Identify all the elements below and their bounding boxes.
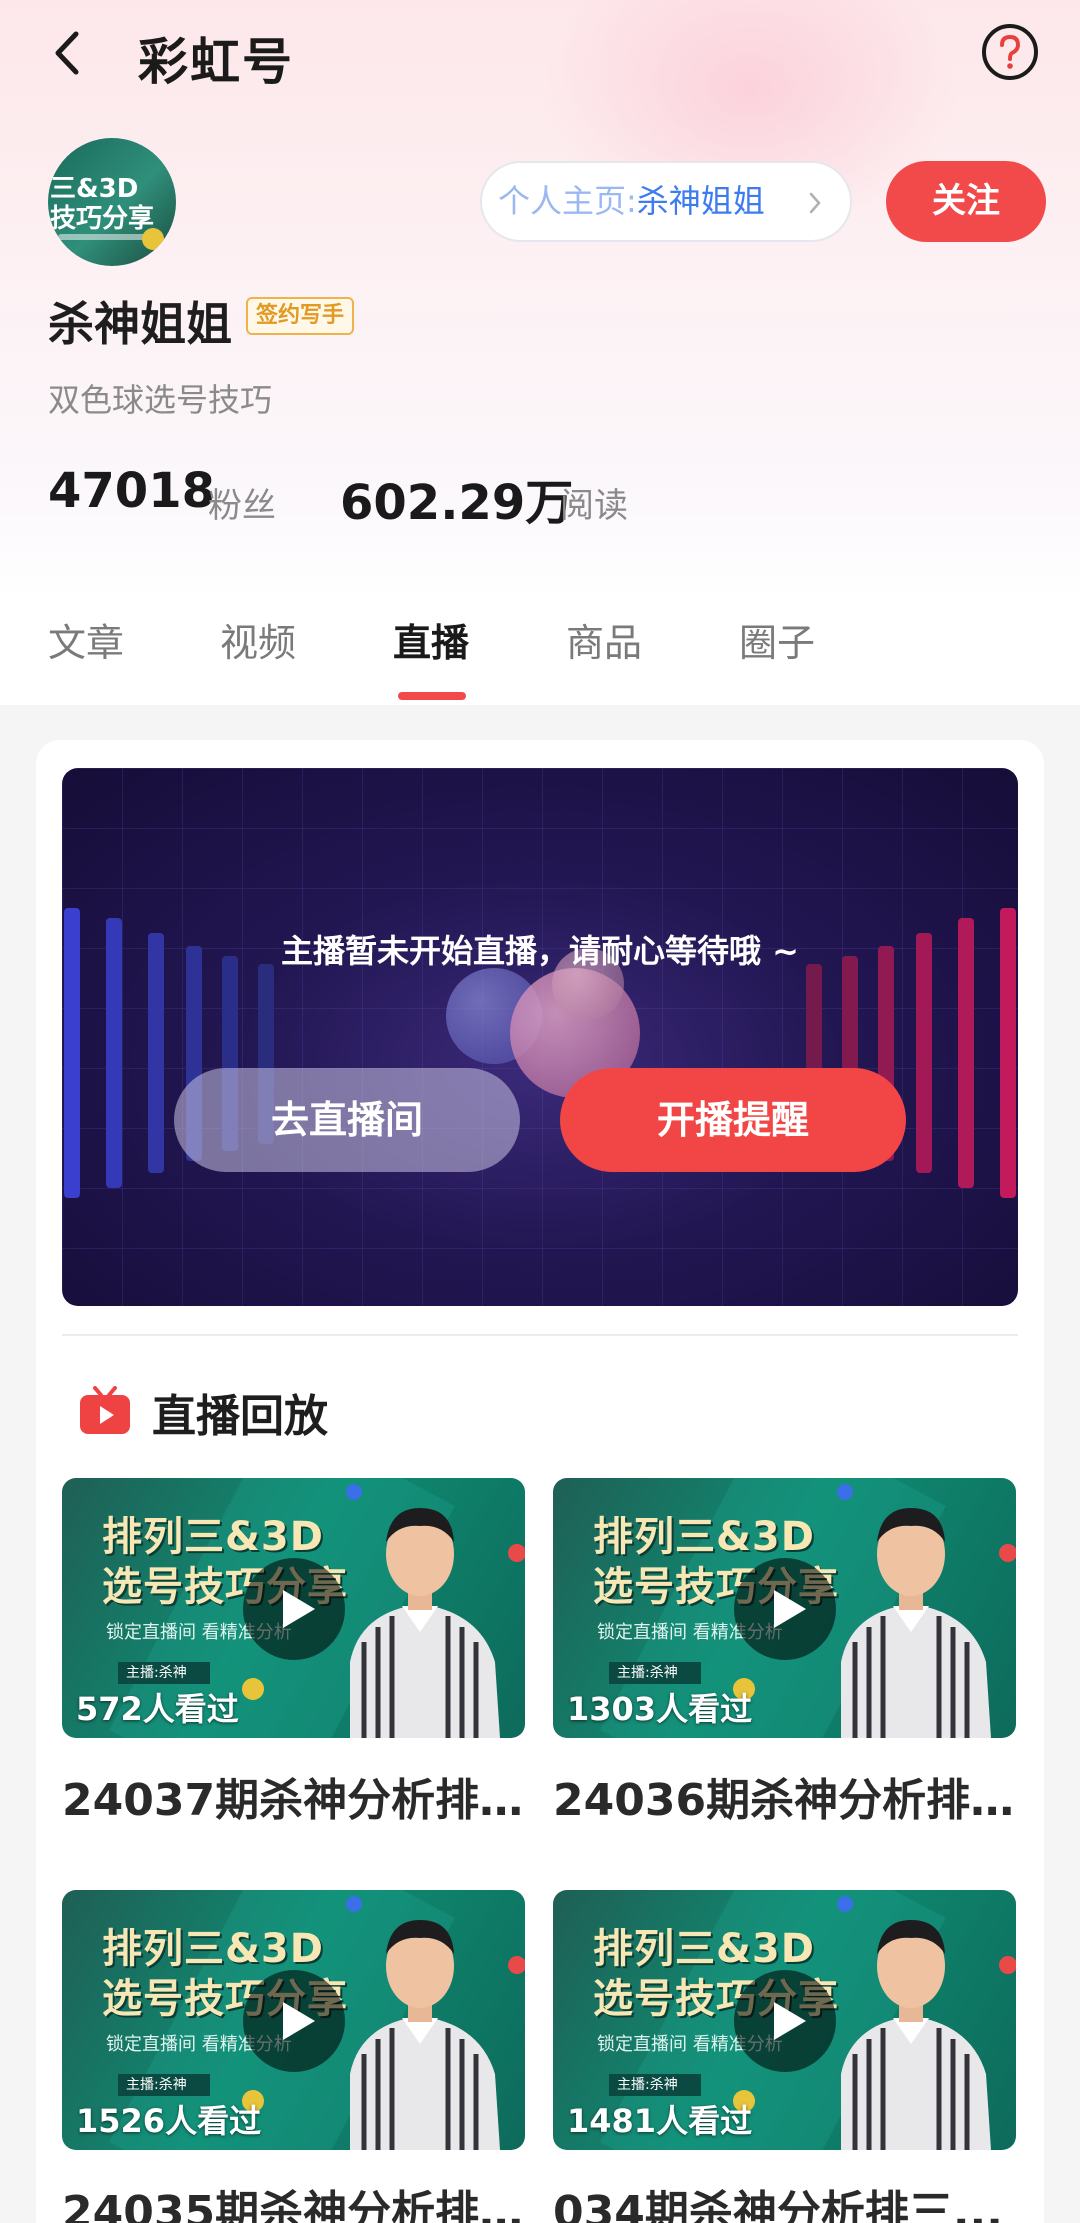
homepage-label: 个人主页: <box>498 182 637 220</box>
view-count: 572人看过 <box>76 1690 239 1728</box>
avatar-text: 三&3D 技巧分享 <box>50 174 155 234</box>
signed-writer-badge: 签约写手 <box>246 297 355 335</box>
tab-products[interactable]: 商品 <box>566 612 642 667</box>
live-banner: 主播暂未开始直播，请耐心等待哦 ~ 去直播间 开播提醒 <box>62 768 1018 1306</box>
video-thumbnail[interactable]: 排列三&3D 选号技巧分享 锁定直播间 看精准分析 主播:杀神 572人看过 <box>62 1478 525 1738</box>
video-title[interactable]: 24037期杀神分析排列三... <box>62 1764 525 1828</box>
video-title[interactable]: 034期杀神分析排三... <box>553 2176 1016 2223</box>
question-circle-icon[interactable] <box>980 22 1040 82</box>
thumbnail-ball <box>242 1678 264 1700</box>
view-count: 1481人看过 <box>567 2102 753 2140</box>
play-icon[interactable] <box>734 1970 836 2072</box>
avatar-ball <box>142 228 164 250</box>
author-bio: 双色球选号技巧 <box>48 381 273 419</box>
avatar[interactable]: 三&3D 技巧分享 <box>48 138 176 266</box>
view-count: 1303人看过 <box>567 1690 753 1728</box>
video-thumbnail[interactable]: 排列三&3D 选号技巧分享 锁定直播间 看精准分析 主播:杀神 1526人看过 <box>62 1890 525 2150</box>
live-status-message: 主播暂未开始直播，请耐心等待哦 ~ <box>281 932 799 970</box>
view-count: 1526人看过 <box>76 2102 262 2140</box>
go-to-live-room-button[interactable]: 去直播间 <box>174 1068 520 1172</box>
content-tabs: 文章 视频 直播 商品 圈子 <box>0 600 1080 705</box>
homepage-link[interactable]: 个人主页:杀神姐姐 <box>480 161 852 242</box>
thumbnail-host: 主播:杀神 <box>609 2074 701 2096</box>
thumbnail-ball <box>508 1956 525 1974</box>
thumbnail-host: 主播:杀神 <box>118 2074 210 2096</box>
host-portrait <box>350 1508 500 1738</box>
chevron-left-icon[interactable] <box>48 28 88 78</box>
play-icon[interactable] <box>734 1558 836 1660</box>
tab-live[interactable]: 直播 <box>393 612 469 667</box>
video-title[interactable]: 24035期杀神分析排列三... <box>62 2176 525 2223</box>
homepage-name: 杀神姐姐 <box>636 182 765 220</box>
thumbnail-host: 主播:杀神 <box>118 1662 210 1684</box>
tab-videos[interactable]: 视频 <box>220 612 296 667</box>
play-icon[interactable] <box>243 1970 345 2072</box>
thumbnail-host: 主播:杀神 <box>609 1662 701 1684</box>
video-title[interactable]: 24036期杀神分析排列三... <box>553 1764 1016 1828</box>
host-portrait <box>350 1920 500 2150</box>
divider <box>62 1334 1018 1336</box>
host-portrait <box>841 1508 991 1738</box>
tv-icon <box>80 1386 130 1434</box>
video-thumbnail[interactable]: 排列三&3D 选号技巧分享 锁定直播间 看精准分析 主播:杀神 1481人看过 <box>553 1890 1016 2150</box>
top-bar: 彩虹号 <box>0 0 1080 105</box>
replay-section-title: 直播回放 <box>152 1391 328 1442</box>
reads-count: 602.29万 <box>340 475 574 531</box>
thumbnail-ball <box>508 1544 525 1562</box>
page-title: 彩虹号 <box>138 33 294 91</box>
follow-button[interactable]: 关注 <box>886 161 1046 242</box>
chevron-right-icon <box>809 192 821 214</box>
thumbnail-ball <box>999 1956 1016 1974</box>
play-icon[interactable] <box>243 1558 345 1660</box>
live-reminder-button[interactable]: 开播提醒 <box>560 1068 906 1172</box>
author-name: 杀神姐姐 <box>48 297 232 351</box>
fans-label: 粉丝 <box>208 486 276 526</box>
tab-circles[interactable]: 圈子 <box>739 612 815 667</box>
active-tab-indicator <box>398 692 466 700</box>
reads-label: 阅读 <box>560 486 628 526</box>
fans-count: 47018 <box>48 463 215 519</box>
thumbnail-ball <box>999 1544 1016 1562</box>
host-portrait <box>841 1920 991 2150</box>
tab-articles[interactable]: 文章 <box>48 612 124 667</box>
video-thumbnail[interactable]: 排列三&3D 选号技巧分享 锁定直播间 看精准分析 主播:杀神 1303人看过 <box>553 1478 1016 1738</box>
